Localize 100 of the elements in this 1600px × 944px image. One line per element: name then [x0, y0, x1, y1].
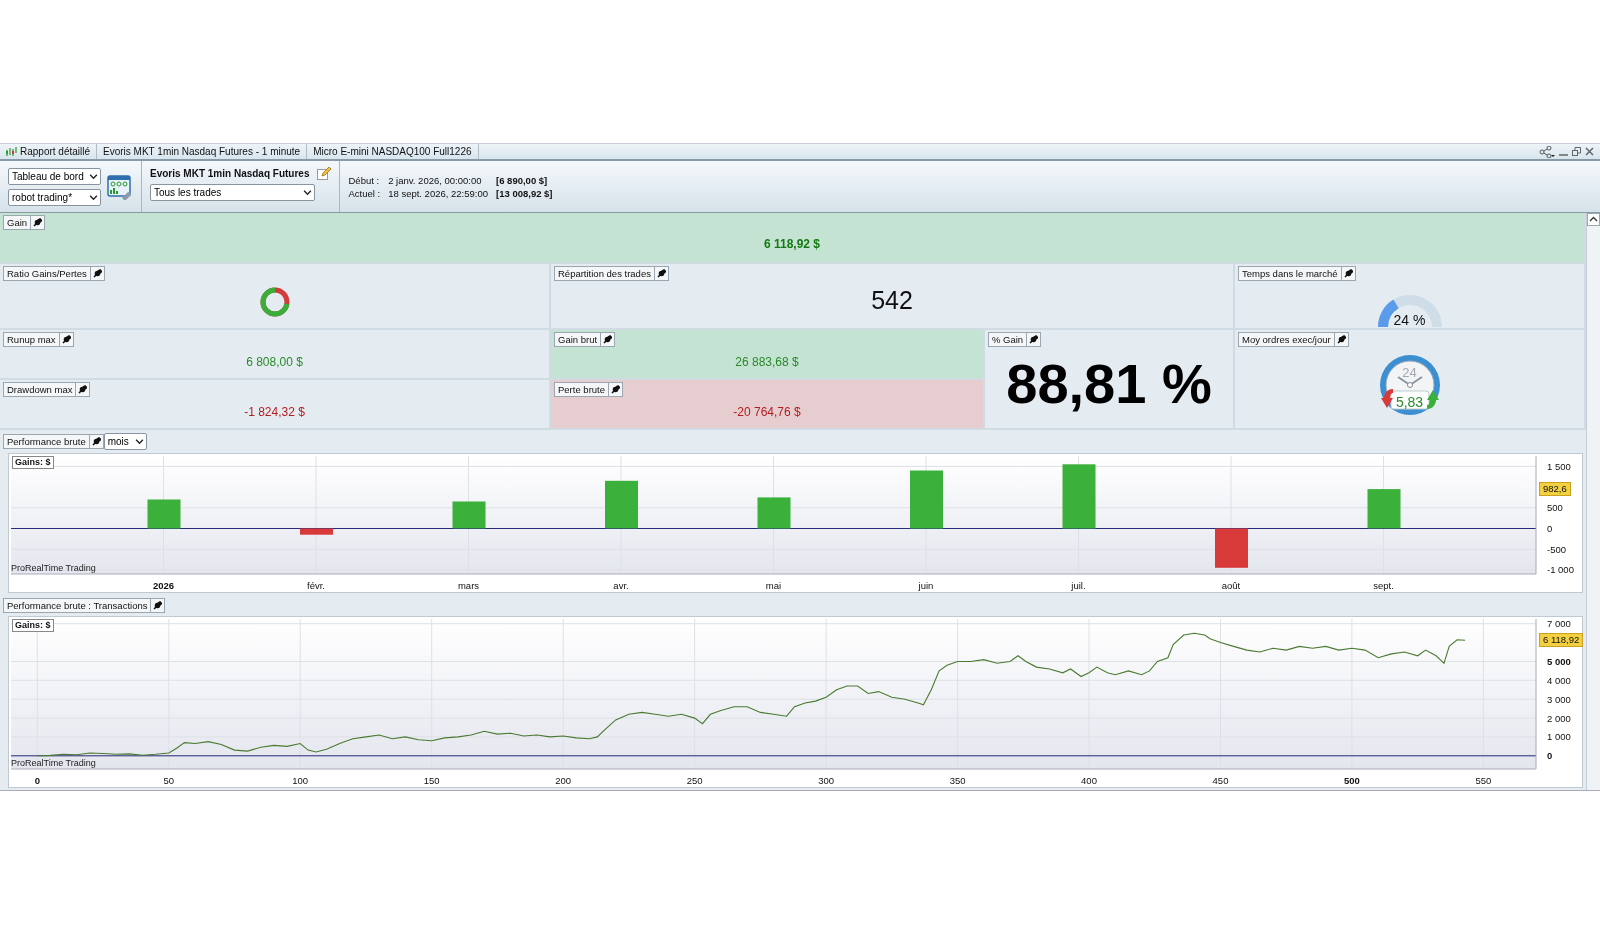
tile-title: Drawdown max [3, 382, 77, 397]
axis-label: mars [457, 580, 480, 591]
axis-label: 400 [1081, 775, 1097, 786]
wrench-icon [611, 385, 620, 394]
wrench-icon [656, 269, 666, 278]
axis-label: 7 000 [1547, 618, 1571, 630]
tile-title: Gain [3, 215, 32, 230]
axis-label: 150 [423, 775, 440, 786]
tile-title: Gain brut [554, 332, 602, 347]
wrench-button[interactable] [601, 332, 616, 347]
axis-label: 5 000 [1547, 656, 1571, 667]
axis-label: 2 000 [1547, 712, 1571, 724]
bar [1062, 464, 1096, 529]
wrench-button[interactable] [76, 382, 91, 397]
wrench-icon [92, 269, 102, 278]
restore-icon[interactable] [1572, 147, 1581, 156]
axis-label: août [1221, 580, 1241, 591]
axis-label: mai [765, 580, 782, 591]
trade-filter-select[interactable]: Tous les trades [150, 184, 315, 201]
axis-label: 300 [818, 775, 835, 786]
wrench-icon [603, 335, 613, 344]
metric-value: 26 883,68 $ [735, 353, 799, 371]
metric-value: -1 824,32 $ [244, 403, 305, 421]
axis-label: 500 [1547, 502, 1563, 514]
axis-label: 100 [292, 775, 309, 786]
edit-icon[interactable] [317, 167, 332, 180]
value-tag: 6 118,92 [1539, 633, 1584, 648]
tile-title: Temps dans le marché [1238, 266, 1342, 281]
bar [1367, 489, 1401, 529]
clock-label: 24 [1401, 363, 1418, 382]
system-select[interactable]: robot trading* [8, 188, 101, 206]
capital-value: [13 008,92 $] [496, 186, 553, 200]
axis-label: 50 [163, 775, 175, 786]
tile-title: Répartition des trades [554, 266, 655, 281]
period-date: 18 sept. 2026, 22:59:00 [388, 186, 488, 200]
axis-label: 0 [1547, 750, 1553, 762]
axis-label: juil. [1071, 580, 1086, 591]
axis-label: 250 [686, 775, 703, 786]
wrench-icon [1336, 335, 1346, 344]
value-tag: 982,6 [1539, 482, 1571, 497]
axis-label: -1 000 [1547, 564, 1574, 576]
tile-title: % Gain [988, 332, 1028, 347]
chart-title: Performance brute [3, 434, 90, 449]
period-label: Début : [348, 173, 381, 187]
tile-title: Ratio Gains/Pertes [3, 266, 91, 281]
axis-label: 500 [1343, 775, 1360, 786]
wrench-icon [1343, 269, 1353, 278]
metric-value: -20 764,76 $ [733, 403, 801, 421]
metric-value: 6 118,92 $ [763, 236, 821, 253]
tab-title[interactable]: Evoris MKT 1min Nasdaq Futures - 1 minute [103, 144, 301, 159]
wrench-icon [61, 335, 71, 344]
metric-value: 6 808,00 $ [246, 353, 303, 371]
axis-label: 0 [1547, 523, 1553, 534]
wrench-icon [153, 601, 163, 610]
bar [300, 528, 333, 535]
share-icon[interactable] [1539, 145, 1555, 158]
axis-label: févr. [307, 580, 325, 591]
tab-title[interactable]: Micro E-mini NASDAQ100 Full1226 [313, 144, 472, 159]
bar [1215, 528, 1248, 568]
tab-title[interactable]: Rapport détaillé [20, 144, 91, 159]
wrench-button[interactable] [609, 382, 623, 397]
axis-label: 450 [1212, 775, 1229, 786]
strategy-name: Evoris MKT 1min Nasdaq Futures [150, 167, 310, 181]
bar [605, 480, 638, 529]
axis-label: 4 000 [1547, 674, 1571, 686]
period-date: 2 janv. 2026, 00:00:00 [388, 173, 483, 187]
period-label: Actuel : [348, 186, 381, 200]
axis-label: 1 000 [1547, 731, 1571, 743]
capital-value: [6 890,00 $] [496, 173, 549, 187]
wrench-button[interactable] [151, 598, 166, 613]
chart-title: Performance brute : Transactions [3, 598, 152, 613]
axis-label: 200 [555, 775, 572, 786]
gauge-value: 24 % [1392, 312, 1427, 328]
tile-title: Perte brute [554, 382, 609, 397]
view-select[interactable]: Tableau de bord [8, 167, 101, 185]
axis-label: 350 [949, 775, 966, 786]
axis-label: sept. [1373, 580, 1394, 591]
close-icon[interactable] [1585, 147, 1594, 156]
wrench-button[interactable] [1027, 332, 1042, 347]
wrench-icon [78, 385, 88, 394]
axis-label: 2026 [152, 580, 175, 591]
tile-title: Moy ordres exec/jour [1238, 332, 1335, 347]
source-label: ProRealTime Trading [11, 562, 96, 575]
wrench-button[interactable] [31, 215, 46, 230]
report-icon[interactable] [107, 173, 133, 200]
wrench-icon [91, 437, 101, 446]
chart-label: Gains: $ [12, 456, 54, 469]
chart-label: Gains: $ [12, 619, 54, 632]
axis-label: -500 [1547, 543, 1566, 555]
wrench-icon [33, 218, 43, 227]
axis-label: 0 [34, 775, 40, 786]
axis-label: 3 000 [1547, 693, 1571, 705]
axis-label: juin [918, 580, 934, 591]
orders-value: 5,83 [1394, 392, 1425, 412]
scroll-up-icon[interactable] [1587, 213, 1600, 226]
trade-count: 542 [871, 284, 913, 316]
period-select[interactable]: mois [103, 433, 147, 450]
bar [757, 497, 791, 529]
candlestick-icon [6, 146, 17, 157]
gain-percent: 88,81 % [1006, 350, 1212, 417]
